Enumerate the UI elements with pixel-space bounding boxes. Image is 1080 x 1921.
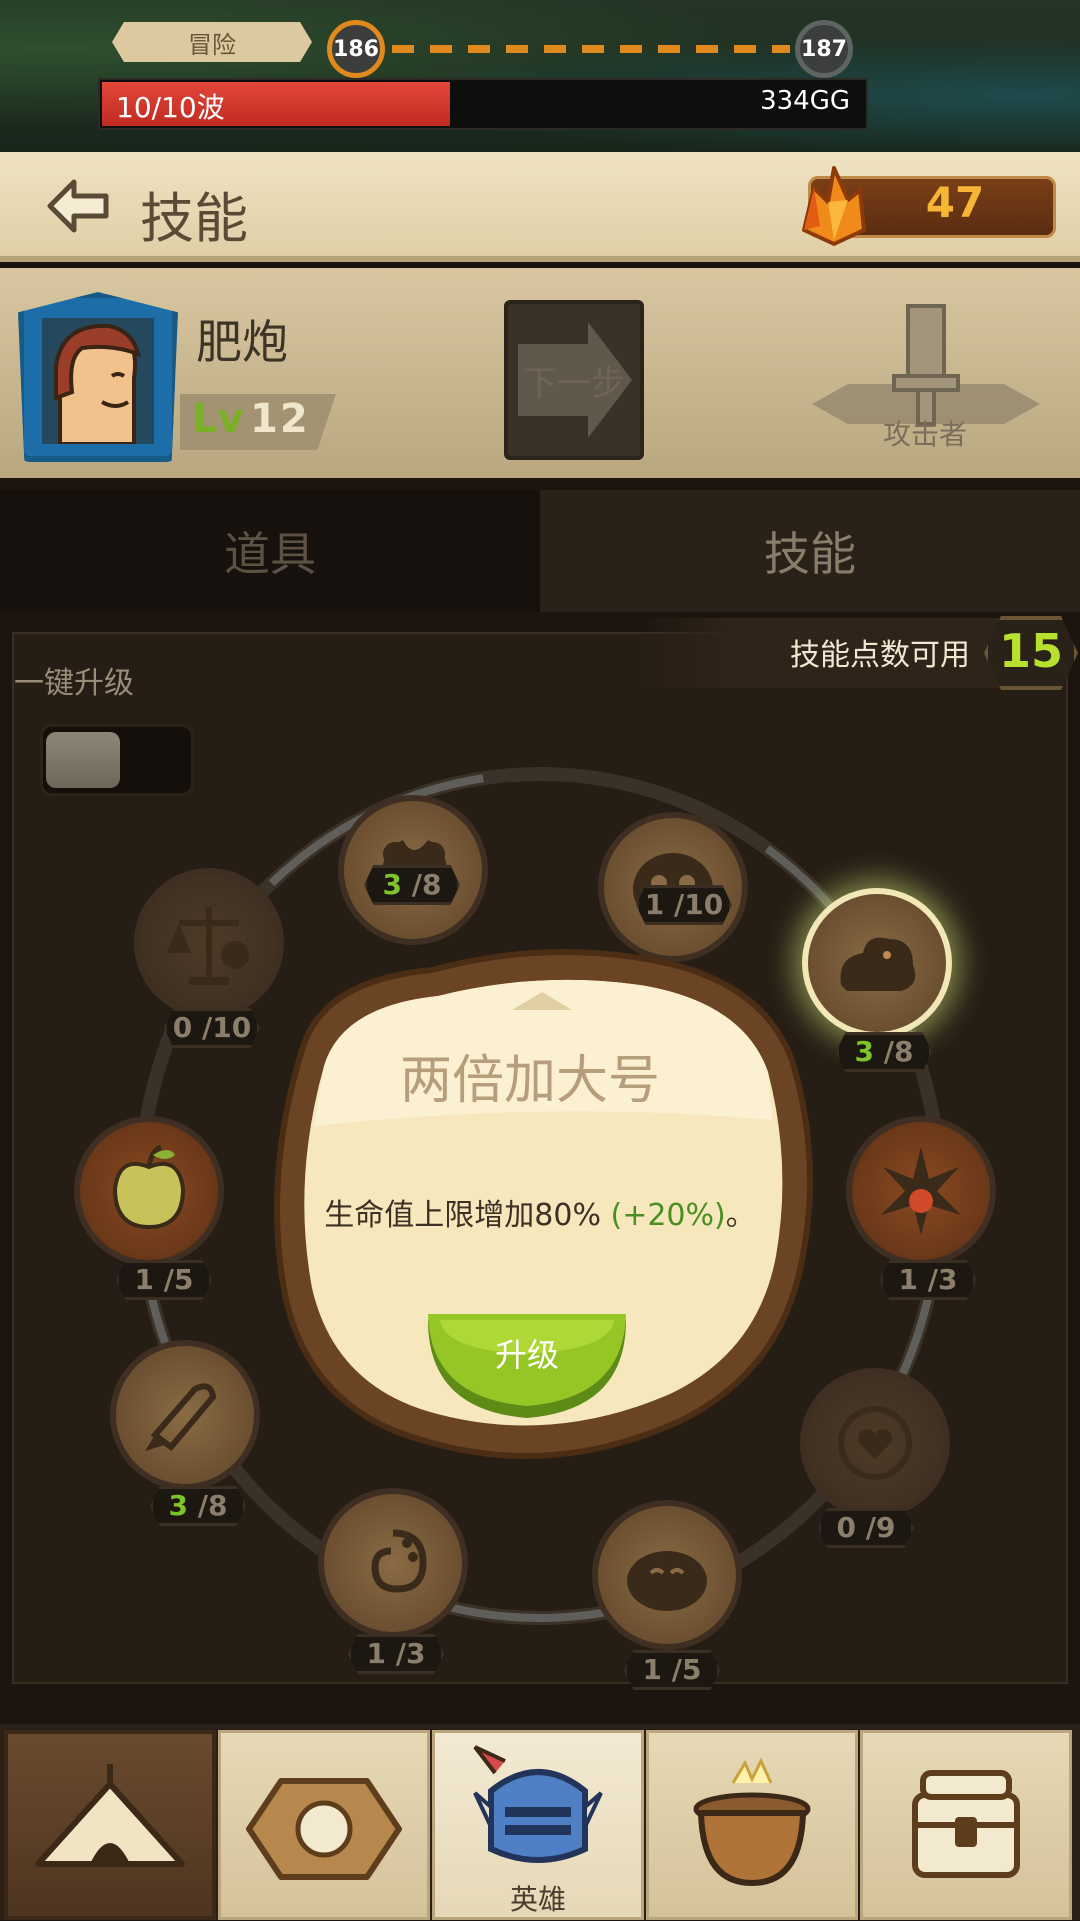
skill-node-separator: / (918, 1263, 938, 1296)
skill-node[interactable] (800, 1368, 950, 1518)
skill-node-current: 1 (898, 1263, 918, 1296)
popup-description: 生命值上限增加80% (+20%)。 (290, 1190, 790, 1234)
skill-node-max: 8 (421, 868, 442, 901)
skill-node-max: 3 (937, 1263, 958, 1296)
knight-helmet-icon (473, 1745, 603, 1863)
skill-node-current: 1 (644, 888, 665, 921)
skill-node-current: 0 (172, 1011, 193, 1044)
skill-node-separator: / (662, 1653, 682, 1686)
skill-node-separator: / (386, 1637, 406, 1670)
swirl-icon (371, 1529, 427, 1593)
skill-node-current: 1 (366, 1637, 386, 1670)
cloud-creature-icon (840, 937, 916, 991)
popup-desc-main: 生命值上限增加80% (324, 1198, 601, 1233)
skill-node-count: 1 /10 (636, 885, 732, 925)
skill-node[interactable] (846, 1116, 996, 1266)
nav-home-button[interactable] (4, 1730, 216, 1920)
popup-title: 两倍加大号 (399, 1051, 660, 1111)
nav-rune-button[interactable] (218, 1730, 430, 1920)
skill-node-count: 0 /10 (164, 1008, 260, 1048)
skill-node-separator: / (192, 1011, 213, 1044)
nav-chest-button[interactable] (860, 1730, 1072, 1920)
upgrade-button-label: 升级 (494, 1336, 559, 1374)
skill-node-count: 3 /8 (364, 865, 460, 905)
explosion-icon (881, 1147, 961, 1235)
skill-node-separator: / (874, 1035, 894, 1068)
skill-node-separator: / (188, 1489, 208, 1522)
skill-node-current: 1 (134, 1263, 154, 1296)
cauldron-icon (693, 1757, 811, 1887)
apple-icon (112, 1144, 186, 1230)
heart-target-icon (838, 1406, 912, 1480)
nav-hero-label: 英雄 (509, 1883, 566, 1916)
popup-desc-suffix: 。 (725, 1198, 756, 1233)
skill-node-current: 3 (854, 1035, 874, 1068)
skill-node-max: 8 (893, 1035, 914, 1068)
skill-node-max: 9 (875, 1511, 896, 1544)
skill-node-current: 1 (642, 1653, 662, 1686)
skill-node[interactable] (592, 1500, 742, 1650)
skill-node-current: 3 (168, 1489, 188, 1522)
skill-node[interactable] (74, 1116, 224, 1266)
skill-node-count: 3 /8 (150, 1486, 246, 1526)
skill-node-separator: / (154, 1263, 174, 1296)
skill-node-separator: / (664, 888, 685, 921)
smiling-face-icon (627, 1551, 707, 1611)
skill-node-max: 3 (405, 1637, 426, 1670)
nav-cauldron-button[interactable] (646, 1730, 858, 1920)
scales-icon (167, 907, 249, 985)
skill-node-current: 3 (382, 868, 402, 901)
broken-rocket-icon (145, 1383, 217, 1452)
skill-node-count: 1 /3 (880, 1260, 976, 1300)
skill-node-max: 5 (173, 1263, 194, 1296)
popup-desc-bonus: (+20%) (610, 1198, 726, 1233)
skill-node-count: 3 /8 (836, 1032, 932, 1072)
hex-rune-icon (246, 1778, 402, 1880)
skill-node-separator: / (402, 868, 422, 901)
skill-node-separator: / (856, 1511, 876, 1544)
skill-node-count: 1 /5 (116, 1260, 212, 1300)
skill-node-count: 1 /3 (348, 1634, 444, 1674)
treasure-chest-icon (912, 1770, 1020, 1878)
skill-node-max: 10 (684, 888, 724, 921)
skill-node[interactable] (318, 1488, 468, 1638)
skill-node-count: 1 /5 (624, 1650, 720, 1690)
skill-node[interactable] (802, 888, 952, 1038)
skill-node-current: 0 (836, 1511, 856, 1544)
skill-node-count: 0 /9 (818, 1508, 914, 1548)
skill-node-max: 8 (207, 1489, 228, 1522)
skill-node-max: 5 (681, 1653, 702, 1686)
skill-node-max: 10 (212, 1011, 252, 1044)
tent-icon (35, 1764, 185, 1867)
skill-node[interactable] (110, 1340, 260, 1490)
